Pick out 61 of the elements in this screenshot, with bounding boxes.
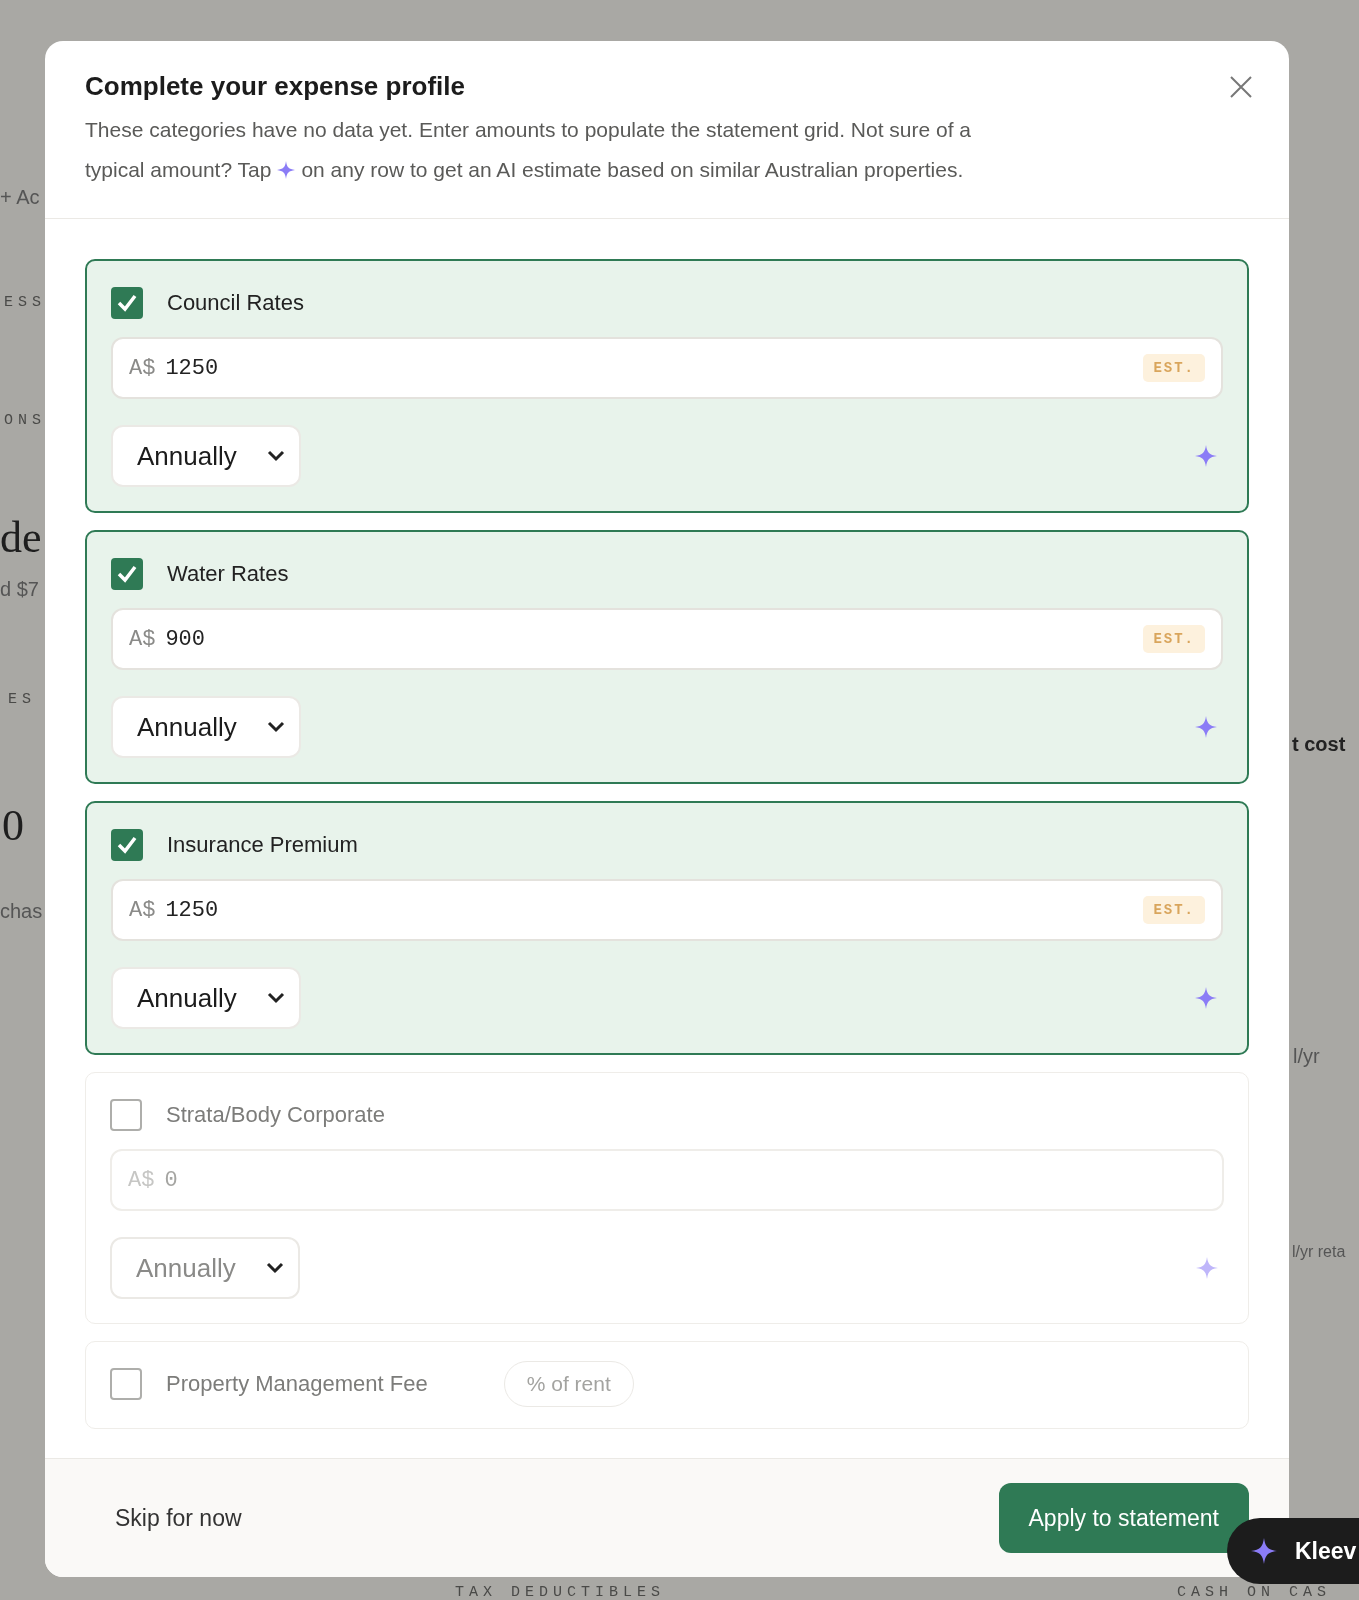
currency-prefix: A$ xyxy=(129,897,156,923)
background-text: + Ac xyxy=(0,186,40,209)
assistant-button[interactable]: Kleev xyxy=(1227,1518,1359,1584)
skip-button[interactable]: Skip for now xyxy=(115,1496,242,1540)
close-icon xyxy=(1229,75,1253,99)
checkbox[interactable] xyxy=(111,829,143,861)
background-text: TAX DEDUCTIBLES xyxy=(455,1586,666,1600)
amount-input[interactable]: 1250 xyxy=(165,897,1134,923)
expense-label: Property Management Fee xyxy=(166,1371,428,1397)
background-text: 0 xyxy=(2,800,24,851)
background-text: ESS xyxy=(4,296,46,310)
background-text: ONS xyxy=(4,414,46,428)
estimate-badge: EST. xyxy=(1143,896,1205,924)
frequency-select[interactable]: Annually xyxy=(111,967,301,1029)
expense-label: Insurance Premium xyxy=(167,832,358,858)
chevron-icon xyxy=(267,992,285,1004)
estimate-badge: EST. xyxy=(1143,625,1205,653)
sparkle-icon xyxy=(277,161,296,179)
currency-prefix: A$ xyxy=(128,1167,155,1193)
description-text: on any row to get an AI estimate based on similar Australian properties. xyxy=(301,158,964,181)
estimate-badge: EST. xyxy=(1143,354,1205,382)
background-text: ES xyxy=(8,693,36,707)
sparkle-icon[interactable] xyxy=(1195,987,1217,1009)
amount-input[interactable]: 1250 xyxy=(165,355,1134,381)
background-text: chas xyxy=(0,900,43,923)
checkbox[interactable] xyxy=(110,1368,142,1400)
dialog-title: Complete your expense profile xyxy=(85,71,465,102)
sparkle-icon[interactable] xyxy=(1195,716,1217,738)
apply-button[interactable]: Apply to statement xyxy=(998,1483,1249,1553)
checkbox[interactable] xyxy=(110,1099,142,1131)
expense-label: Strata/Body Corporate xyxy=(166,1102,385,1128)
checkbox[interactable] xyxy=(111,558,143,590)
checkbox[interactable] xyxy=(111,287,143,319)
sparkle-icon[interactable] xyxy=(1196,1257,1218,1279)
sparkle-icon[interactable] xyxy=(1195,445,1217,467)
background-text: t cost xyxy=(1292,733,1346,756)
check-icon xyxy=(116,292,138,314)
expense-label: Water Rates xyxy=(167,561,289,587)
currency-prefix: A$ xyxy=(129,355,156,381)
chevron-icon xyxy=(266,1262,284,1274)
background-text: d $7 xyxy=(0,578,39,601)
amount-field[interactable]: A$ 1250 EST. xyxy=(111,879,1223,941)
sparkle-icon xyxy=(1251,1538,1277,1564)
background-text: l/yr reta xyxy=(1292,1243,1346,1261)
amount-input[interactable]: 900 xyxy=(165,626,1134,652)
amount-input[interactable]: 0 xyxy=(164,1167,1206,1193)
background-text: l/yr xyxy=(1293,1045,1320,1068)
description-text: These categories have no data yet. Enter amounts to populate the statement grid. Not sure of a xyxy=(85,117,972,143)
check-icon xyxy=(116,563,138,585)
frequency-select[interactable]: Annually xyxy=(111,696,301,758)
background-text: de xyxy=(0,512,42,563)
amount-field[interactable]: A$ 900 EST. xyxy=(111,608,1223,670)
chevron-icon xyxy=(267,450,285,462)
frequency-select[interactable]: Annually xyxy=(111,425,301,487)
check-icon xyxy=(116,834,138,856)
amount-field[interactable]: A$ 1250 EST. xyxy=(111,337,1223,399)
description-text: typical amount? Tap xyxy=(85,158,272,181)
chevron-icon xyxy=(267,721,285,733)
currency-prefix: A$ xyxy=(129,626,156,652)
background-text: CASH ON CAS xyxy=(1177,1586,1332,1600)
expense-label: Council Rates xyxy=(167,290,304,316)
